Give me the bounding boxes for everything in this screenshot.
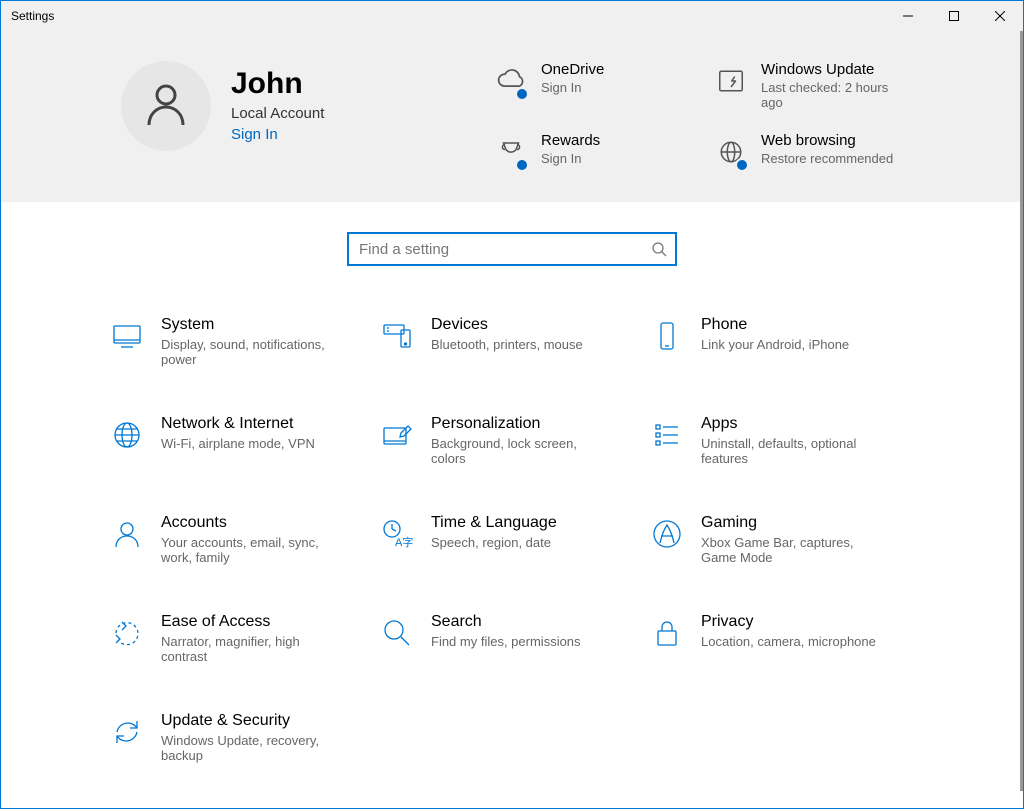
category-desc: Bluetooth, printers, mouse xyxy=(431,337,583,352)
category-title: Search xyxy=(431,613,581,631)
status-badge xyxy=(515,158,529,172)
category-phone[interactable]: Phone Link your Android, iPhone xyxy=(647,316,917,367)
category-title: Accounts xyxy=(161,514,341,532)
ease-of-access-icon xyxy=(107,613,147,653)
category-title: Network & Internet xyxy=(161,415,315,433)
status-title: OneDrive xyxy=(541,61,604,78)
status-tiles: OneDrive Sign In Windows Update Last che… xyxy=(491,61,931,172)
category-accounts[interactable]: Accounts Your accounts, email, sync, wor… xyxy=(107,514,377,565)
window-title: Settings xyxy=(11,9,54,23)
category-gaming[interactable]: Gaming Xbox Game Bar, captures, Game Mod… xyxy=(647,514,917,565)
category-desc: Background, lock screen, colors xyxy=(431,436,611,466)
category-title: Personalization xyxy=(431,415,611,433)
close-button[interactable] xyxy=(977,1,1023,31)
titlebar: Settings xyxy=(1,1,1023,31)
category-devices[interactable]: Devices Bluetooth, printers, mouse xyxy=(377,316,647,367)
system-icon xyxy=(107,316,147,356)
globe-icon xyxy=(711,132,751,172)
category-update-security[interactable]: Update & Security Windows Update, recove… xyxy=(107,712,377,763)
status-sub: Sign In xyxy=(541,80,604,95)
status-web-browsing[interactable]: Web browsing Restore recommended xyxy=(711,132,931,172)
page-body: System Display, sound, notifications, po… xyxy=(1,202,1023,808)
status-sub: Restore recommended xyxy=(761,151,893,166)
search-icon xyxy=(651,241,667,257)
personalization-icon xyxy=(377,415,417,455)
globe-icon xyxy=(107,415,147,455)
category-time-language[interactable]: A字 Time & Language Speech, region, date xyxy=(377,514,647,565)
status-windows-update[interactable]: Windows Update Last checked: 2 hours ago xyxy=(711,61,931,110)
sync-icon xyxy=(107,712,147,752)
status-badge xyxy=(735,158,749,172)
category-desc: Wi-Fi, airplane mode, VPN xyxy=(161,436,315,451)
person-icon xyxy=(107,514,147,554)
category-desc: Narrator, magnifier, high contrast xyxy=(161,634,341,664)
scrollbar[interactable] xyxy=(1020,31,1023,791)
category-system[interactable]: System Display, sound, notifications, po… xyxy=(107,316,377,367)
category-title: Privacy xyxy=(701,613,876,631)
devices-icon xyxy=(377,316,417,356)
settings-window: Settings John Local Account Sign xyxy=(0,0,1024,809)
update-icon xyxy=(711,61,751,101)
category-desc: Display, sound, notifications, power xyxy=(161,337,341,367)
category-title: Gaming xyxy=(701,514,881,532)
lock-icon xyxy=(647,613,687,653)
account-block[interactable]: John Local Account Sign In xyxy=(121,61,491,151)
time-language-icon: A字 xyxy=(377,514,417,554)
category-desc: Your accounts, email, sync, work, family xyxy=(161,535,341,565)
status-rewards[interactable]: Rewards Sign In xyxy=(491,132,711,172)
category-desc: Speech, region, date xyxy=(431,535,557,550)
rewards-icon xyxy=(491,132,531,172)
category-privacy[interactable]: Privacy Location, camera, microphone xyxy=(647,613,917,664)
status-title: Rewards xyxy=(541,132,600,149)
category-desc: Xbox Game Bar, captures, Game Mode xyxy=(701,535,881,565)
header-area: John Local Account Sign In OneDrive Sign… xyxy=(1,31,1023,202)
gaming-icon xyxy=(647,514,687,554)
status-title: Windows Update xyxy=(761,61,911,78)
search-box[interactable] xyxy=(347,232,677,266)
status-badge xyxy=(515,87,529,101)
status-onedrive[interactable]: OneDrive Sign In xyxy=(491,61,711,110)
category-desc: Windows Update, recovery, backup xyxy=(161,733,341,763)
status-sub: Last checked: 2 hours ago xyxy=(761,80,911,110)
status-title: Web browsing xyxy=(761,132,893,149)
category-network[interactable]: Network & Internet Wi-Fi, airplane mode,… xyxy=(107,415,377,466)
account-name: John xyxy=(231,69,324,99)
account-type: Local Account xyxy=(231,105,324,122)
category-desc: Uninstall, defaults, optional features xyxy=(701,436,881,466)
category-desc: Location, camera, microphone xyxy=(701,634,876,649)
category-personalization[interactable]: Personalization Background, lock screen,… xyxy=(377,415,647,466)
cloud-icon xyxy=(491,61,531,101)
category-search[interactable]: Search Find my files, permissions xyxy=(377,613,647,664)
avatar xyxy=(121,61,211,151)
category-ease-of-access[interactable]: Ease of Access Narrator, magnifier, high… xyxy=(107,613,377,664)
search-icon xyxy=(377,613,417,653)
person-icon xyxy=(141,79,191,134)
status-sub: Sign In xyxy=(541,151,600,166)
category-title: Time & Language xyxy=(431,514,557,532)
account-signin-link[interactable]: Sign In xyxy=(231,126,324,143)
account-text: John Local Account Sign In xyxy=(231,69,324,143)
svg-text:A字: A字 xyxy=(395,535,413,549)
category-title: Update & Security xyxy=(161,712,341,730)
category-title: Devices xyxy=(431,316,583,334)
search-input[interactable] xyxy=(357,240,651,259)
category-title: Phone xyxy=(701,316,849,334)
category-title: Ease of Access xyxy=(161,613,341,631)
category-desc: Link your Android, iPhone xyxy=(701,337,849,352)
category-desc: Find my files, permissions xyxy=(431,634,581,649)
phone-icon xyxy=(647,316,687,356)
maximize-button[interactable] xyxy=(931,1,977,31)
apps-icon xyxy=(647,415,687,455)
category-apps[interactable]: Apps Uninstall, defaults, optional featu… xyxy=(647,415,917,466)
window-controls xyxy=(885,1,1023,31)
minimize-button[interactable] xyxy=(885,1,931,31)
category-grid: System Display, sound, notifications, po… xyxy=(107,316,917,763)
category-title: System xyxy=(161,316,341,334)
category-title: Apps xyxy=(701,415,881,433)
